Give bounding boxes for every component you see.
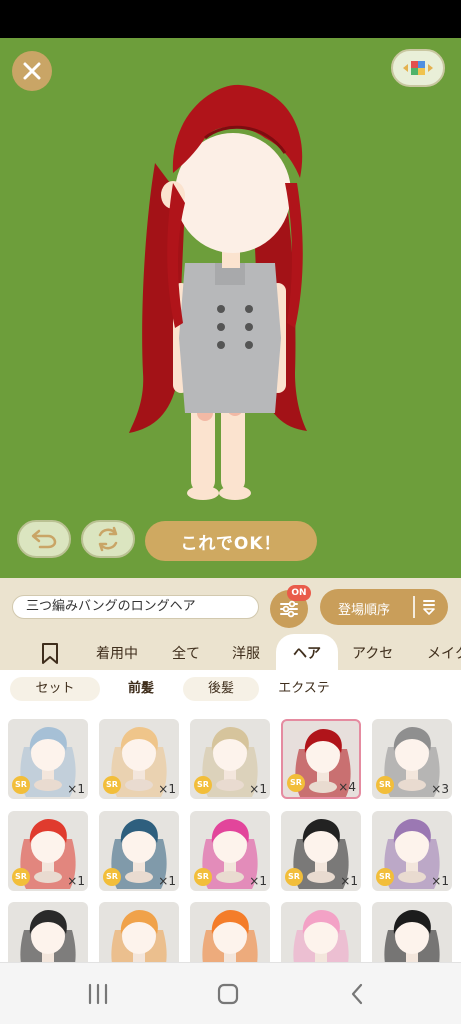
rarity-badge: SR [285,868,303,886]
item-count: ×3 [431,782,449,796]
hair-subtabs: セット 前髪 後髪 エクステ [0,670,461,708]
tab-clothes[interactable]: 洋服 [232,634,260,670]
refresh-icon [98,526,118,552]
hair-preview-icon [202,910,258,962]
sort-direction-icon[interactable] [422,598,436,616]
rarity-badge: SR [194,868,212,886]
undo-button[interactable] [17,520,71,558]
item-count: ×1 [67,874,85,888]
orange-bun-hair-item[interactable] [190,902,270,962]
item-count: ×1 [431,874,449,888]
item-search-row: 三つ編みバングのロングヘア ON 登場順序 [0,578,461,634]
tab-wearing[interactable]: 着用中 [96,634,138,670]
rarity-badge: SR [376,776,394,794]
back-icon[interactable] [346,983,370,1005]
sliders-icon [280,600,298,618]
subtab-back-hair[interactable]: 後髪 [183,677,259,701]
rarity-badge: SR [103,776,121,794]
item-count: ×4 [338,780,356,794]
black-twintail-hair-item[interactable]: SR ×1 [281,811,361,891]
item-count: ×1 [158,782,176,796]
subtab-bangs[interactable]: 前髪 [103,677,179,701]
sort-order-button[interactable]: 登場順序 [320,589,448,625]
light-blue-hair-item[interactable]: SR ×1 [8,719,88,799]
tab-makeup[interactable]: メイク [427,634,461,670]
item-grid: SR ×1 SR ×1 SR ×1 SR ×4 SR ×3 SR ×1 SR ×1 SR ×1 SR ×1 SR ×1 [0,708,461,962]
rarity-badge: SR [103,868,121,886]
category-tabs: 着用中 全て 洋服 ヘア アクセ メイク [0,634,461,670]
close-button[interactable] [12,51,52,91]
subtab-extensions[interactable]: エクステ [262,677,346,701]
reset-button[interactable] [81,520,135,558]
tab-accessories[interactable]: アクセ [352,634,393,670]
rarity-badge: SR [12,776,30,794]
teal-bob-hair-item[interactable]: SR ×1 [99,811,179,891]
confirm-ok-button[interactable]: これでOK！ [145,521,317,561]
hair-preview-icon [293,910,349,962]
avatar-stage: これでOK！ [0,38,461,578]
recent-apps-icon[interactable] [86,983,110,1005]
palette-icon [403,61,433,75]
hair-preview-icon [111,910,167,962]
selected-item-name-field[interactable]: 三つ編みバングのロングヘア [12,595,259,619]
subtab-set[interactable]: セット [10,677,100,701]
red-curly-hair-item[interactable]: SR ×1 [8,811,88,891]
home-icon[interactable] [216,983,240,1005]
item-count: ×1 [340,874,358,888]
pink-spiky-hair-item[interactable]: SR ×1 [190,811,270,891]
color-palette-button[interactable] [391,49,445,87]
red-long-hair-item[interactable]: SR ×4 [281,719,361,799]
tab-hair[interactable]: ヘア [276,634,338,670]
item-count: ×1 [158,874,176,888]
sort-order-label: 登場順序 [338,603,391,618]
status-bar [0,0,461,38]
avatar-character [129,84,307,500]
rarity-badge: SR [376,868,394,886]
purple-long-hair-item[interactable]: SR ×1 [372,811,452,891]
item-count: ×1 [67,782,85,796]
tab-all[interactable]: 全て [172,634,200,670]
filter-on-badge: ON [287,585,311,601]
hair-preview-icon [384,910,440,962]
black-twintail-2-hair-item[interactable] [8,902,88,962]
rarity-badge: SR [194,776,212,794]
item-count: ×1 [249,782,267,796]
item-count: ×1 [249,874,267,888]
sort-divider [413,596,415,618]
rarity-badge: SR [287,774,305,792]
black-short-hair-item[interactable] [372,902,452,962]
undo-icon [31,529,57,549]
blonde-bob-hair-item[interactable]: SR ×1 [99,719,179,799]
close-icon [23,62,41,80]
rarity-badge: SR [12,868,30,886]
pink-short-hair-item[interactable] [281,902,361,962]
orange-twintail-hair-item[interactable] [99,902,179,962]
gray-hair-item[interactable]: SR ×3 [372,719,452,799]
wavy-blonde-hair-item[interactable]: SR ×1 [190,719,270,799]
system-navigation-bar [0,962,461,1024]
hair-preview-icon [20,910,76,962]
bookmark-icon[interactable] [40,642,60,666]
